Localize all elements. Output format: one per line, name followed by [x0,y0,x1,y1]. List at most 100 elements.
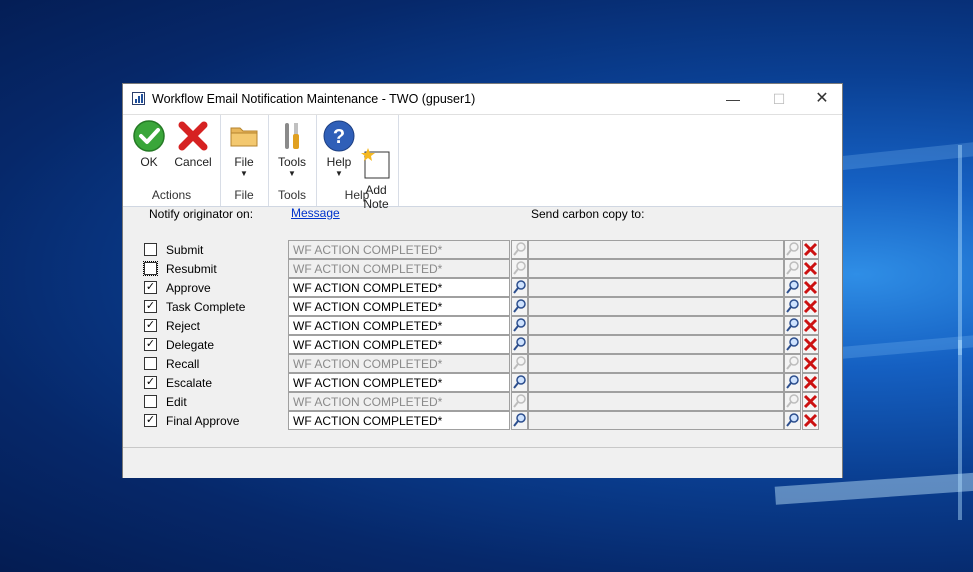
ribbon-group-file: File ▼ File [220,115,269,206]
delete-cc-button[interactable] [802,411,819,430]
cc-address-field[interactable] [528,392,784,411]
help-button[interactable]: ? Help ▼ [320,119,358,179]
cc-lookup-button[interactable] [784,392,801,411]
magnifier-icon [786,413,799,427]
minimize-button[interactable]: — [710,84,756,114]
cc-lookup-button[interactable] [784,373,801,392]
magnifier-icon [513,242,526,256]
message-lookup-button[interactable] [511,297,528,316]
message-lookup-button[interactable] [511,240,528,259]
magnifier-icon [513,318,526,332]
notify-checkbox[interactable]: ✓ [144,414,157,427]
event-label: Submit [166,243,204,257]
cc-address-field[interactable] [528,297,784,316]
file-button[interactable]: File ▼ [224,119,264,179]
delete-x-icon [803,375,818,390]
message-lookup-button[interactable] [511,354,528,373]
notify-checkbox[interactable]: ✓ [144,300,157,313]
delete-x-icon [803,299,818,314]
cc-lookup-button[interactable] [784,278,801,297]
message-lookup-button[interactable] [511,411,528,430]
delete-cc-button[interactable] [802,316,819,335]
cc-lookup-button[interactable] [784,316,801,335]
notify-checkbox[interactable]: ✓ [144,319,157,332]
delete-cc-button[interactable] [802,278,819,297]
notification-row-approve: ✓ Approve WF ACTION COMPLETED* [123,278,842,297]
svg-text:?: ? [333,126,345,148]
title-bar[interactable]: Workflow Email Notification Maintenance … [123,84,842,114]
cc-lookup-button[interactable] [784,354,801,373]
message-lookup-button[interactable] [511,259,528,278]
cc-address-field[interactable] [528,278,784,297]
cc-lookup-button[interactable] [784,297,801,316]
send-cc-header: Send carbon copy to: [531,207,645,221]
cc-address-field[interactable] [528,373,784,392]
cc-address-field[interactable] [528,240,784,259]
magnifier-icon [513,280,526,294]
cc-address-field[interactable] [528,259,784,278]
message-lookup-button[interactable] [511,373,528,392]
delete-x-icon [803,280,818,295]
message-lookup-button[interactable] [511,316,528,335]
ok-button[interactable]: OK [129,119,169,169]
notify-checkbox[interactable] [143,261,158,276]
workflow-email-window: Workflow Email Notification Maintenance … [122,83,843,478]
message-lookup-button[interactable] [511,392,528,411]
message-id-field[interactable]: WF ACTION COMPLETED* [288,411,510,430]
message-id-field[interactable]: WF ACTION COMPLETED* [288,240,510,259]
message-id-field[interactable]: WF ACTION COMPLETED* [288,259,510,278]
message-id-field[interactable]: WF ACTION COMPLETED* [288,354,510,373]
event-label: Task Complete [166,300,246,314]
message-lookup-button[interactable] [511,335,528,354]
delete-cc-button[interactable] [802,392,819,411]
cc-lookup-button[interactable] [784,240,801,259]
cc-lookup-button[interactable] [784,411,801,430]
cc-address-field[interactable] [528,335,784,354]
wallpaper-light-beam [958,340,962,520]
magnifier-icon [513,375,526,389]
dropdown-arrow-icon: ▼ [335,169,343,178]
delete-cc-button[interactable] [802,259,819,278]
notify-checkbox[interactable]: ✓ [144,281,157,294]
delete-cc-button[interactable] [802,335,819,354]
notification-row-escalate: ✓ Escalate WF ACTION COMPLETED* [123,373,842,392]
delete-cc-button[interactable] [802,297,819,316]
message-id-field[interactable]: WF ACTION COMPLETED* [288,278,510,297]
message-id-field[interactable]: WF ACTION COMPLETED* [288,373,510,392]
notify-checkbox[interactable] [144,243,157,256]
tools-icon [275,119,309,153]
notify-checkbox[interactable]: ✓ [144,338,157,351]
message-id-field[interactable]: WF ACTION COMPLETED* [288,297,510,316]
delete-x-icon [803,318,818,333]
message-id-field[interactable]: WF ACTION COMPLETED* [288,335,510,354]
tools-button[interactable]: Tools ▼ [272,119,312,179]
cc-address-field[interactable] [528,316,784,335]
cc-address-field[interactable] [528,354,784,373]
checkmark-icon: ✓ [145,338,156,350]
message-id-field[interactable]: WF ACTION COMPLETED* [288,316,510,335]
cc-lookup-button[interactable] [784,335,801,354]
magnifier-icon [786,394,799,408]
message-id-field[interactable]: WF ACTION COMPLETED* [288,392,510,411]
cancel-button[interactable]: Cancel [171,119,215,169]
maximize-button[interactable]: ☐ [756,84,802,114]
delete-cc-button[interactable] [802,373,819,392]
dropdown-arrow-icon: ▼ [288,169,296,178]
delete-cc-button[interactable] [802,354,819,373]
event-label: Escalate [166,376,213,390]
message-lookup-button[interactable] [511,278,528,297]
checkmark-icon: ✓ [145,300,156,312]
close-button[interactable]: ✕ [799,84,845,114]
magnifier-icon [786,337,799,351]
cc-address-field[interactable] [528,411,784,430]
notify-checkbox[interactable] [144,395,157,408]
cc-lookup-button[interactable] [784,259,801,278]
notification-row-resubmit: Resubmit WF ACTION COMPLETED* [123,259,842,278]
delete-x-icon [803,261,818,276]
message-header-link[interactable]: Message [291,206,340,220]
magnifier-icon [513,299,526,313]
help-icon: ? [322,119,356,153]
notify-checkbox[interactable]: ✓ [144,376,157,389]
notify-checkbox[interactable] [144,357,157,370]
delete-cc-button[interactable] [802,240,819,259]
